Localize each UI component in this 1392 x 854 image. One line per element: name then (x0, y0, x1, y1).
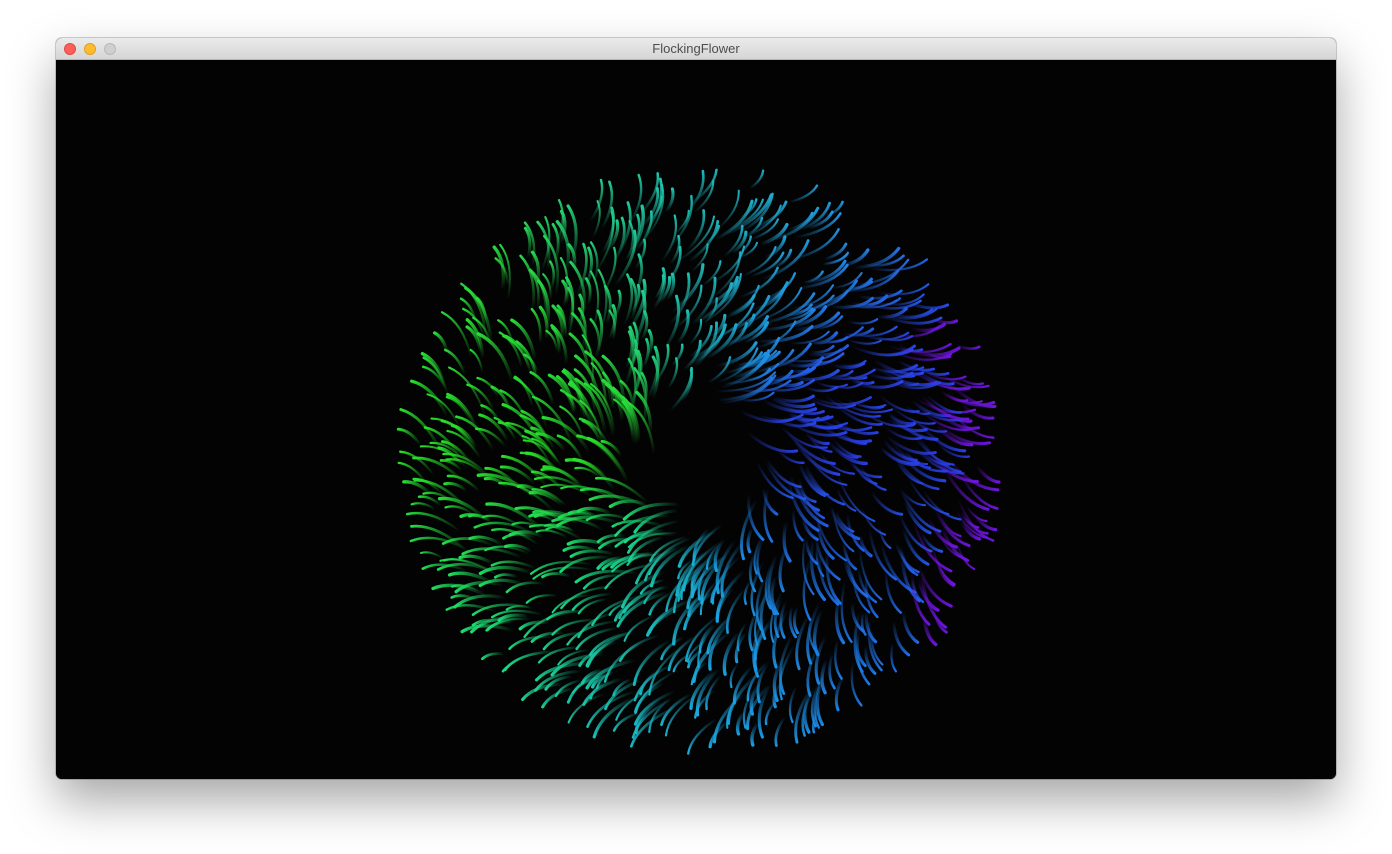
particle-trail (778, 633, 794, 696)
particle-trail (803, 386, 839, 393)
particle-trail (521, 682, 565, 702)
particle-trail (410, 502, 437, 511)
particle-trail (834, 674, 845, 712)
particle-trail (541, 572, 572, 579)
particle-trail (523, 226, 532, 260)
particle-trail (903, 300, 950, 310)
particle-trail (746, 526, 754, 554)
particle-trail (975, 464, 1001, 484)
particle-trail (828, 652, 836, 690)
particle-trail (901, 609, 920, 644)
particle-trail (725, 587, 747, 634)
particle-trail (858, 533, 873, 558)
particle-trail (764, 699, 778, 726)
particle-trail (846, 338, 883, 345)
particle-trail (743, 579, 752, 605)
particle-trail (525, 594, 559, 604)
particle-trail (481, 652, 506, 661)
particle-trail (600, 180, 614, 230)
particle-trail (589, 318, 601, 353)
particle-trail (750, 720, 760, 747)
particle-trail (876, 283, 930, 296)
particle-trail (519, 254, 536, 312)
particle-trail (505, 581, 546, 594)
particle-trail (792, 605, 800, 635)
particle-trail (910, 322, 947, 333)
particle-trail (410, 379, 449, 418)
particle-trail (774, 715, 787, 747)
particle-trails (396, 168, 1001, 755)
particle-trail (834, 638, 843, 680)
particle-trail (661, 214, 678, 262)
particle-trail (478, 565, 534, 576)
particle-trail (611, 519, 664, 528)
particle-trail (922, 612, 938, 647)
particle-trail (840, 580, 853, 643)
particle-trail (443, 481, 468, 492)
particle-trail (846, 318, 879, 325)
particle-trail (788, 685, 798, 724)
particle-trail (664, 187, 675, 214)
particle-trail (787, 184, 819, 204)
particle-trail (809, 344, 835, 354)
particle-trail (660, 692, 693, 726)
particle-trail (741, 245, 777, 277)
particle-trail (771, 394, 815, 403)
particle-trail (859, 402, 885, 410)
particle-trail (729, 662, 739, 689)
particle-trail (569, 549, 616, 558)
flocking-flower-visualization (396, 168, 1001, 755)
window-title: FlockingFlower (652, 41, 740, 56)
particle-trail (702, 260, 722, 286)
particle-trail (735, 710, 746, 736)
particle-trail (419, 551, 444, 559)
particle-trail (955, 375, 984, 386)
particle-trail (530, 307, 542, 345)
particle-trail (623, 273, 634, 326)
particle-trail (717, 189, 740, 230)
particle-trail (537, 279, 551, 331)
particle-trail (642, 337, 650, 369)
flocking-canvas[interactable] (56, 60, 1336, 779)
particle-trail (814, 380, 848, 388)
particle-trail (869, 489, 904, 516)
particle-trail (548, 260, 555, 291)
particle-trail (505, 604, 532, 611)
particle-trail (890, 642, 898, 673)
particle-trail (878, 394, 920, 413)
particle-trail (748, 169, 765, 190)
app-window: FlockingFlower (56, 38, 1336, 779)
particle-trail (613, 289, 622, 318)
particle-trail (628, 173, 643, 224)
particle-trail (396, 427, 422, 446)
title-bar[interactable]: FlockingFlower (56, 38, 1336, 60)
particle-trail (492, 245, 506, 291)
